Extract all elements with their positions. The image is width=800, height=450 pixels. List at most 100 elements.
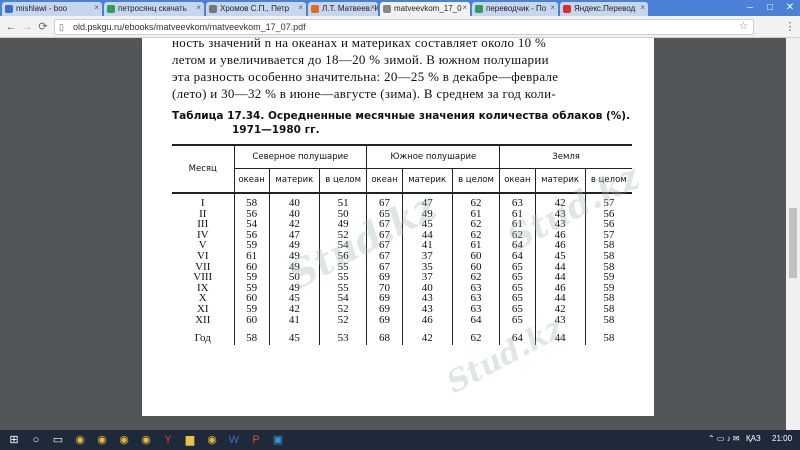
- value-cell: 46: [401, 314, 453, 326]
- window-close-button[interactable]: ✕: [780, 0, 800, 16]
- value-cell: 61: [233, 251, 270, 262]
- tab-label: matveevkom_17_0: [394, 4, 462, 13]
- group-header: Северное полушарие: [233, 145, 367, 169]
- value-cell: 63: [451, 304, 500, 315]
- tab-label: mishlawi - boo: [16, 4, 68, 13]
- address-url[interactable]: old.pskgu.ru/ebooks/matveevkom/matveevko…: [73, 22, 306, 32]
- value-cell: 59: [233, 304, 270, 315]
- tab-close-icon[interactable]: ×: [94, 3, 99, 12]
- vertical-scrollbar[interactable]: [786, 38, 800, 430]
- table-row: XII 60 41 52 69 46 64 65 43 58: [172, 314, 632, 326]
- forward-button[interactable]: →: [20, 19, 34, 35]
- value-cell: 42: [401, 325, 453, 346]
- tab-strip: mishlawi - boo × петросянц скачать × Хромов …: [0, 0, 800, 16]
- value-cell: 64: [451, 314, 500, 326]
- value-cell: 52: [318, 304, 367, 315]
- tab-close-icon[interactable]: ×: [640, 3, 645, 12]
- tab-favicon-icon: [475, 5, 483, 13]
- page-icon: ▯: [59, 22, 64, 32]
- value-cell: 60: [451, 251, 500, 262]
- month-header: Месяц: [172, 145, 234, 194]
- value-cell: 58: [584, 314, 632, 326]
- language-indicator[interactable]: ҚАЗ: [746, 434, 761, 443]
- value-cell: 63: [499, 193, 535, 209]
- tab-favicon-icon: [209, 5, 217, 13]
- value-cell: 60: [233, 314, 270, 326]
- value-cell: 42: [534, 304, 586, 315]
- powerpoint-icon[interactable]: P: [248, 432, 264, 448]
- value-cell: 58: [584, 251, 632, 262]
- browser-tab[interactable]: matveevkom_17_0 ×: [380, 2, 470, 16]
- address-bar[interactable]: ▯ old.pskgu.ru/ebooks/matveevkom/matveev…: [54, 19, 754, 35]
- value-cell: 69: [366, 314, 403, 326]
- back-button[interactable]: ←: [4, 19, 18, 35]
- reload-button[interactable]: ⟳: [36, 19, 50, 35]
- windows-start-icon[interactable]: ⊞: [6, 432, 22, 448]
- chrome-icon[interactable]: ◉: [204, 432, 220, 448]
- column-subheader: океан: [366, 168, 403, 193]
- browser-tab[interactable]: петросянц скачать ×: [104, 2, 204, 16]
- browser-tab[interactable]: mishlawi - boo ×: [2, 2, 102, 16]
- paragraph-line: ность значений n на океанах и материках …: [172, 35, 547, 50]
- tab-close-icon[interactable]: ×: [370, 3, 375, 12]
- paragraph-line: летом и увеличивается до 18—20 % зимой. …: [172, 52, 549, 67]
- word-icon[interactable]: W: [226, 432, 242, 448]
- clock[interactable]: 21:00: [772, 434, 792, 443]
- pdf-page: ность значений n на океанах и материках …: [142, 35, 654, 416]
- tray-icons[interactable]: ⌃ ▭ ♪ ✉: [708, 434, 740, 443]
- value-cell: 45: [268, 325, 320, 346]
- chrome-icon[interactable]: ◉: [116, 432, 132, 448]
- browser-tab[interactable]: Л.Т. Матвеев. Кур×: [308, 2, 378, 16]
- value-cell: 43: [401, 304, 453, 315]
- column-subheader: в целом: [451, 168, 500, 193]
- chrome-icon[interactable]: ◉: [94, 432, 110, 448]
- tab-favicon-icon: [5, 5, 13, 13]
- value-cell: 41: [268, 314, 320, 326]
- folder-icon[interactable]: ▆: [182, 432, 198, 448]
- browser-menu-button[interactable]: ⋮: [784, 19, 796, 35]
- table-caption-years: 1971—1980 гг.: [232, 124, 320, 136]
- taskbar: ⊞ ⌃ ▭ ♪ ✉ ҚАЗ 21:00 ○ ▭ ◉ ◉ ◉ ◉ Y ▆ ◉ W P ▣: [0, 430, 800, 450]
- tab-favicon-icon: [383, 5, 391, 13]
- value-cell: 52: [318, 314, 367, 326]
- browser-tab[interactable]: Хромов С.П., Петр ×: [206, 2, 306, 16]
- column-subheader: океан: [233, 168, 270, 193]
- tab-favicon-icon: [107, 5, 115, 13]
- window-maximize-button[interactable]: □: [760, 0, 780, 16]
- paragraph-line: эта разность особенно значительна: 20—25…: [172, 69, 559, 84]
- month-cell: Год: [194, 332, 211, 345]
- tab-close-icon[interactable]: ×: [462, 3, 467, 12]
- tab-label: Яндекс.Перевод: [574, 4, 636, 13]
- column-subheader: материк: [268, 168, 320, 193]
- window-minimize-button[interactable]: –: [740, 0, 760, 16]
- table-row: VI 61 49 56 67 37 60 64 45 58: [172, 251, 632, 262]
- paragraph-line: (лето) и 30—32 % в июне—августе (зима). …: [172, 86, 556, 101]
- value-cell: 58: [584, 304, 632, 315]
- table-row: XI 59 42 52 69 43 63 65 42 58: [172, 304, 632, 315]
- yandex-icon[interactable]: Y: [160, 432, 176, 448]
- chrome-icon[interactable]: ◉: [138, 432, 154, 448]
- browser-tab[interactable]: переводчик - По ×: [472, 2, 558, 16]
- value-cell: 45: [534, 251, 586, 262]
- tab-close-icon[interactable]: ×: [298, 3, 303, 12]
- bookmark-star-icon[interactable]: ☆: [739, 21, 748, 32]
- scrollbar-thumb[interactable]: [789, 208, 797, 278]
- value-cell: 69: [366, 304, 403, 315]
- tab-label: петросянц скачать: [118, 4, 187, 13]
- browser-tab[interactable]: Яндекс.Перевод ×: [560, 2, 648, 16]
- tab-close-icon[interactable]: ×: [196, 3, 201, 12]
- task-view-icon[interactable]: ▭: [50, 432, 66, 448]
- tab-label: Хромов С.П., Петр: [220, 4, 290, 13]
- tab-close-icon[interactable]: ×: [550, 3, 555, 12]
- month-cell: I: [200, 197, 205, 209]
- store-icon[interactable]: ▣: [270, 432, 286, 448]
- value-cell: 53: [318, 325, 367, 346]
- month-cell: VI: [196, 249, 209, 262]
- column-subheader: в целом: [318, 168, 367, 193]
- tab-favicon-icon: [311, 5, 319, 13]
- search-icon[interactable]: ○: [28, 432, 44, 448]
- chrome-icon[interactable]: ◉: [72, 432, 88, 448]
- value-cell: 65: [499, 304, 535, 315]
- value-cell: 68: [366, 325, 403, 346]
- value-cell: 37: [401, 251, 453, 262]
